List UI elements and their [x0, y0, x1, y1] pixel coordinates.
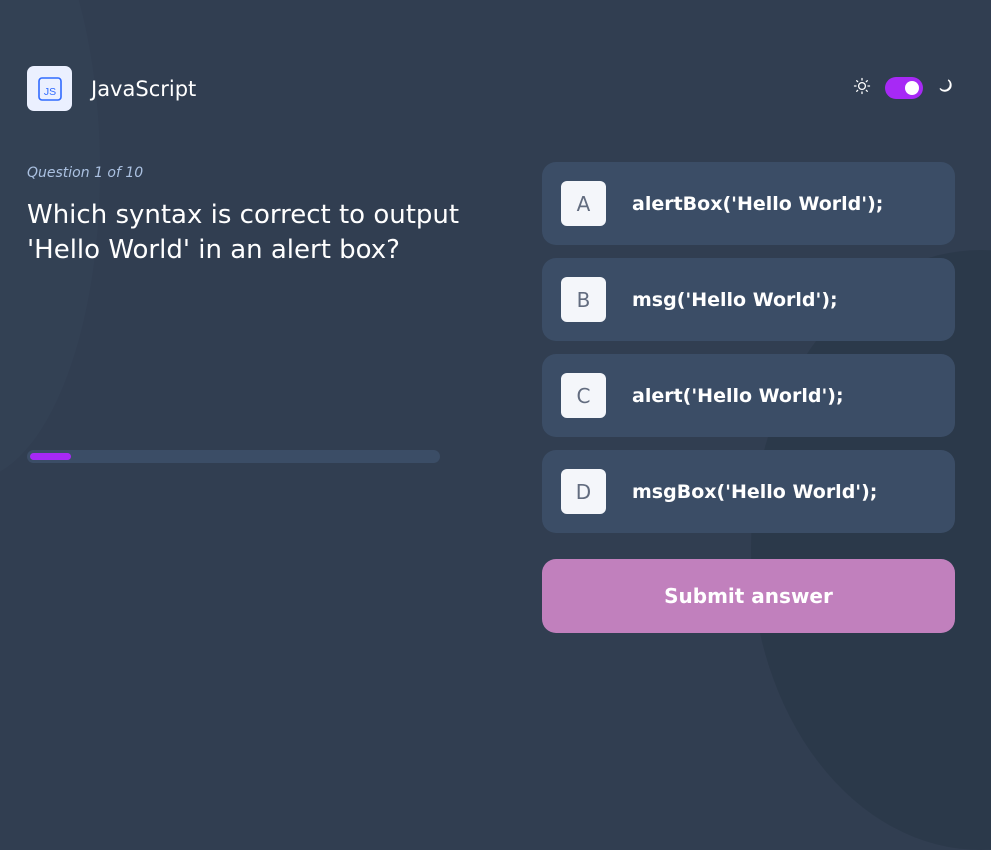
sun-icon [853, 77, 871, 99]
option-letter-badge: C [561, 373, 606, 418]
js-icon-graphic: JS [37, 76, 62, 101]
answer-option-d[interactable]: D msgBox('Hello World'); [542, 450, 955, 533]
answer-option-a[interactable]: A alertBox('Hello World'); [542, 162, 955, 245]
js-icon-label: JS [43, 86, 55, 98]
question-text: Which syntax is correct to output 'Hello… [27, 200, 460, 265]
moon-icon [937, 77, 955, 99]
answer-option-b[interactable]: B msg('Hello World'); [542, 258, 955, 341]
question-counter: Question 1 of 10 [27, 165, 144, 181]
progress-bar [27, 450, 440, 463]
option-text: alert('Hello World'); [632, 384, 844, 407]
dark-mode-toggle-switch[interactable] [885, 77, 923, 99]
option-letter-badge: B [561, 277, 606, 322]
subject-badge: JS JavaScript [27, 66, 196, 111]
subject-title: JavaScript [91, 76, 197, 101]
quiz-header: JS JavaScript [27, 66, 955, 111]
answer-options: A alertBox('Hello World'); B msg('Hello … [542, 162, 955, 546]
toggle-knob [905, 81, 919, 95]
js-icon: JS [27, 66, 72, 111]
option-text: msgBox('Hello World'); [632, 480, 878, 503]
option-text: alertBox('Hello World'); [632, 192, 884, 215]
submit-answer-button[interactable]: Submit answer [542, 559, 955, 633]
progress-bar-fill [30, 453, 71, 460]
theme-toggle [853, 76, 955, 100]
answer-option-c[interactable]: C alert('Hello World'); [542, 354, 955, 437]
option-letter-badge: D [561, 469, 606, 514]
option-letter-badge: A [561, 181, 606, 226]
option-text: msg('Hello World'); [632, 288, 838, 311]
